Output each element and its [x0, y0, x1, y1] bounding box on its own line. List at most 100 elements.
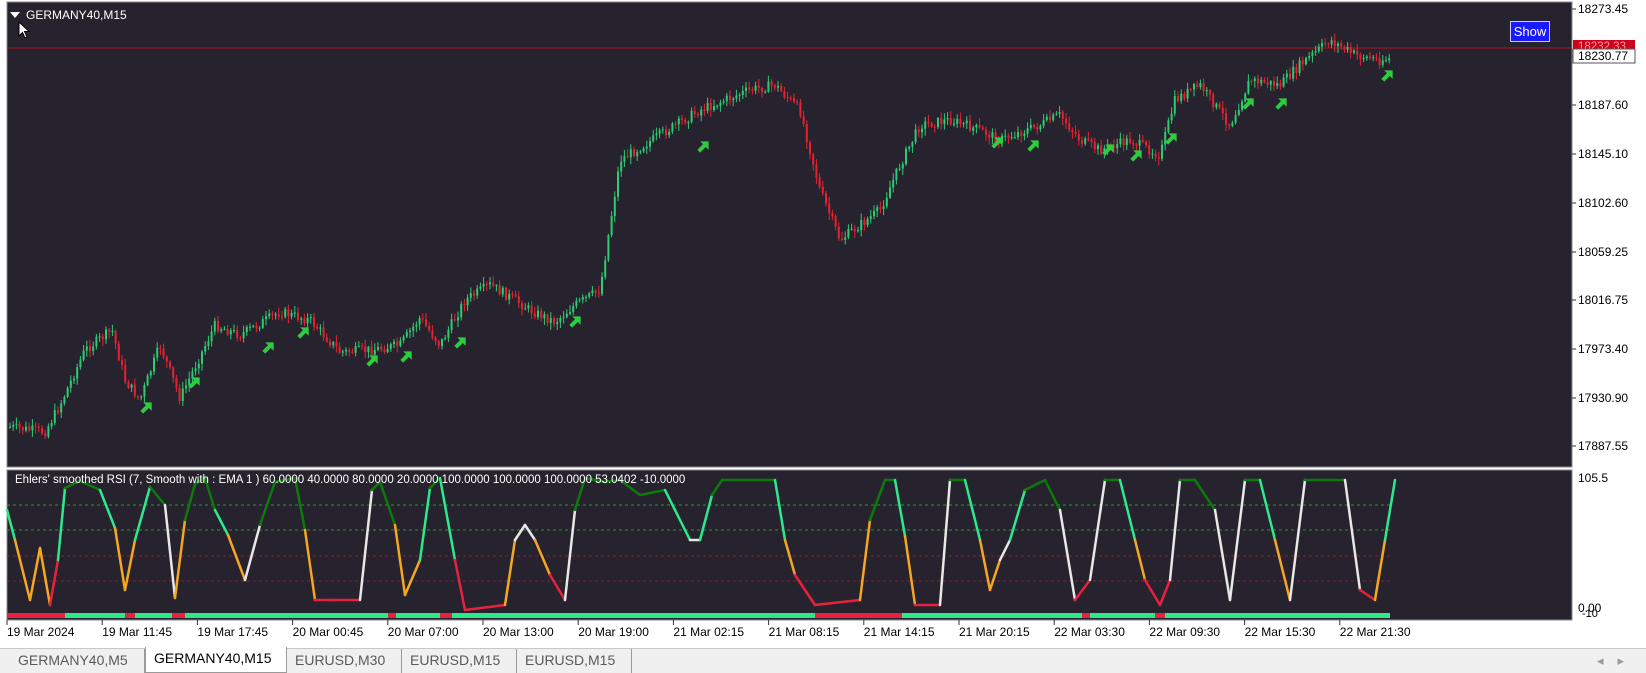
price-axis-label: 18145.10 [1578, 147, 1628, 161]
candle-body [1193, 83, 1195, 90]
candle-body [914, 129, 917, 143]
candle-body [1049, 116, 1051, 121]
candle-body [428, 325, 431, 331]
candle-body [319, 327, 322, 329]
price-pane[interactable] [6, 1, 1573, 468]
show-button[interactable]: Show [1510, 21, 1550, 42]
candle-body [866, 218, 869, 225]
chart-title[interactable]: GERMANY40,M15 [10, 8, 127, 22]
candle-body [831, 213, 834, 217]
candle-body [636, 152, 639, 157]
candle-body [876, 207, 879, 211]
candle-body [1116, 144, 1119, 149]
rsi-state-segment [7, 613, 65, 618]
tab-germany40-m15[interactable]: GERMANY40,M15 [145, 647, 287, 673]
candle-body [229, 330, 232, 335]
candle-body [1039, 125, 1042, 130]
candle-body [1247, 80, 1250, 94]
candle-body [197, 363, 200, 369]
candle-body [444, 337, 447, 340]
candle-body [1100, 145, 1103, 154]
candle-body [434, 337, 437, 342]
candle-body [745, 87, 747, 91]
price-axis-label: 17930.90 [1578, 391, 1628, 405]
candle-body [284, 309, 287, 317]
candle-body [879, 207, 882, 209]
candle-body [706, 102, 709, 111]
candle-body [1228, 124, 1231, 126]
candle-body [962, 123, 965, 125]
candle-body [396, 341, 399, 346]
candle-body [1356, 50, 1359, 55]
candle-body [1122, 138, 1125, 146]
tab-germany40-m5[interactable]: GERMANY40,M5 [10, 649, 145, 673]
candle-body [377, 346, 379, 350]
candle-body [249, 326, 251, 328]
price-axis-label: 18102.60 [1578, 196, 1628, 210]
candle-body [37, 426, 40, 429]
candle-body [1119, 138, 1122, 145]
candle-body [1087, 138, 1090, 140]
candle-body [1244, 93, 1247, 102]
candle-body [373, 349, 376, 355]
tab-eurusd-m15-2[interactable]: EURUSD,M15 [517, 649, 632, 673]
candle-body [917, 129, 920, 133]
candle-body [549, 318, 552, 323]
rsi-state-segment [388, 613, 396, 618]
candle-body [553, 318, 555, 325]
candle-body [1055, 113, 1058, 115]
tab-eurusd-m30[interactable]: EURUSD,M30 [287, 649, 402, 673]
chart-canvas[interactable]: 18273.4518232.3318230.7718187.6018145.10… [0, 0, 1646, 673]
rsi-state-segment [1082, 613, 1090, 618]
scroll-right-icon[interactable]: ▸ [1617, 653, 1638, 668]
candle-body [639, 151, 642, 153]
candle-body [767, 81, 770, 92]
indicator-axis-min: -10 [1582, 608, 1598, 620]
candle-body [517, 296, 520, 304]
candle-body [498, 285, 501, 295]
candle-body [1266, 82, 1269, 85]
candle-body [716, 105, 719, 107]
candle-body [1209, 90, 1211, 95]
candle-body [754, 85, 757, 91]
candle-body [1301, 60, 1304, 65]
time-axis-label: 21 Mar 02:15 [673, 625, 744, 639]
candle-body [313, 317, 315, 327]
candle-body [793, 98, 795, 102]
candle-body [1148, 145, 1151, 155]
candle-body [729, 95, 731, 101]
candle-body [57, 410, 59, 413]
tab-eurusd-m15[interactable]: EURUSD,M15 [402, 649, 517, 673]
candle-body [713, 106, 715, 110]
candle-body [85, 346, 88, 351]
candle-body [901, 164, 904, 169]
candle-body [841, 238, 843, 240]
candle-body [325, 337, 328, 342]
candle-body [780, 85, 783, 92]
candle-body [1023, 133, 1026, 137]
candle-body [143, 385, 146, 397]
candle-body [277, 314, 280, 317]
candle-body [1097, 145, 1099, 150]
candle-body [1330, 40, 1333, 45]
candle-body [210, 331, 213, 342]
candle-body [825, 193, 827, 204]
candle-body [156, 347, 159, 358]
price-axis-label: 18187.60 [1578, 98, 1628, 112]
candle-body [1250, 80, 1253, 82]
candle-body [978, 124, 981, 128]
candle-body [1042, 120, 1045, 126]
time-axis-label: 20 Mar 00:45 [293, 625, 364, 639]
candle-body [1036, 127, 1039, 130]
candle-body [1260, 79, 1263, 84]
candle-body [1340, 43, 1343, 47]
chart-tabs: GERMANY40,M5 GERMANY40,M15 EURUSD,M30 EU… [0, 647, 1646, 673]
candle-body [1231, 122, 1234, 126]
indicator-pane[interactable] [6, 469, 1573, 621]
price-axis-label: 17887.55 [1578, 439, 1628, 453]
candle-body [1295, 67, 1298, 73]
candle-body [847, 228, 850, 238]
scroll-left-icon[interactable]: ◂ [1597, 653, 1618, 668]
dropdown-triangle-icon[interactable] [10, 12, 20, 18]
candle-body [738, 94, 741, 96]
